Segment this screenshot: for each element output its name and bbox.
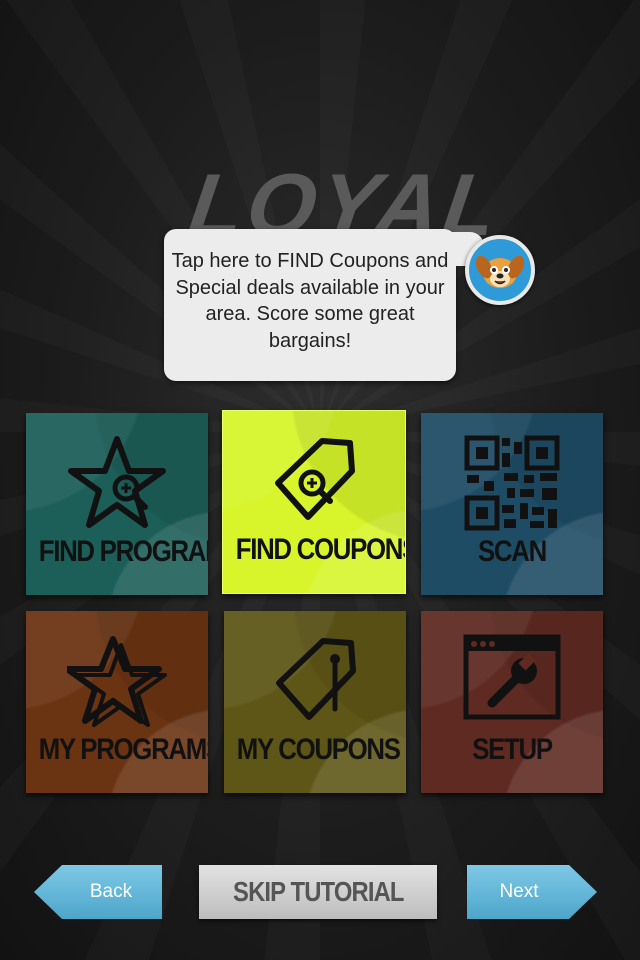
- find-coupons-tile[interactable]: FIND COUPONS: [223, 411, 405, 593]
- tile-label: MY COUPONS: [236, 733, 401, 766]
- my-programs-tile[interactable]: MY PROGRAMS: [26, 611, 208, 793]
- my-coupons-tile[interactable]: MY COUPONS: [224, 611, 406, 793]
- tooltip-text: Tap here to FIND Coupons and Special dea…: [171, 250, 449, 352]
- scan-tile[interactable]: SCAN: [421, 413, 603, 595]
- back-button[interactable]: Back: [34, 865, 162, 919]
- wrench-window-icon: [463, 634, 561, 720]
- tile-label: SETUP: [472, 733, 553, 766]
- next-button[interactable]: Next: [467, 865, 597, 919]
- dog-mascot-icon: [465, 235, 535, 305]
- tile-label: FIND COUPONS: [235, 533, 405, 566]
- tile-label: SCAN: [478, 535, 547, 568]
- tag-icon: [276, 638, 356, 720]
- find-programs-tile[interactable]: FIND PROGRAMS: [26, 413, 208, 595]
- star-icon: [67, 636, 167, 727]
- tile-label: FIND PROGRAMS: [38, 535, 208, 568]
- tile-label: MY PROGRAMS: [38, 733, 208, 766]
- star-search-icon: [68, 436, 166, 528]
- qr-code-icon: [464, 435, 560, 531]
- skip-tutorial-label: SKIP TUTORIAL: [232, 876, 404, 907]
- tag-search-icon: [275, 438, 355, 520]
- skip-tutorial-button[interactable]: SKIP TUTORIAL: [199, 865, 437, 919]
- setup-tile[interactable]: SETUP: [421, 611, 603, 793]
